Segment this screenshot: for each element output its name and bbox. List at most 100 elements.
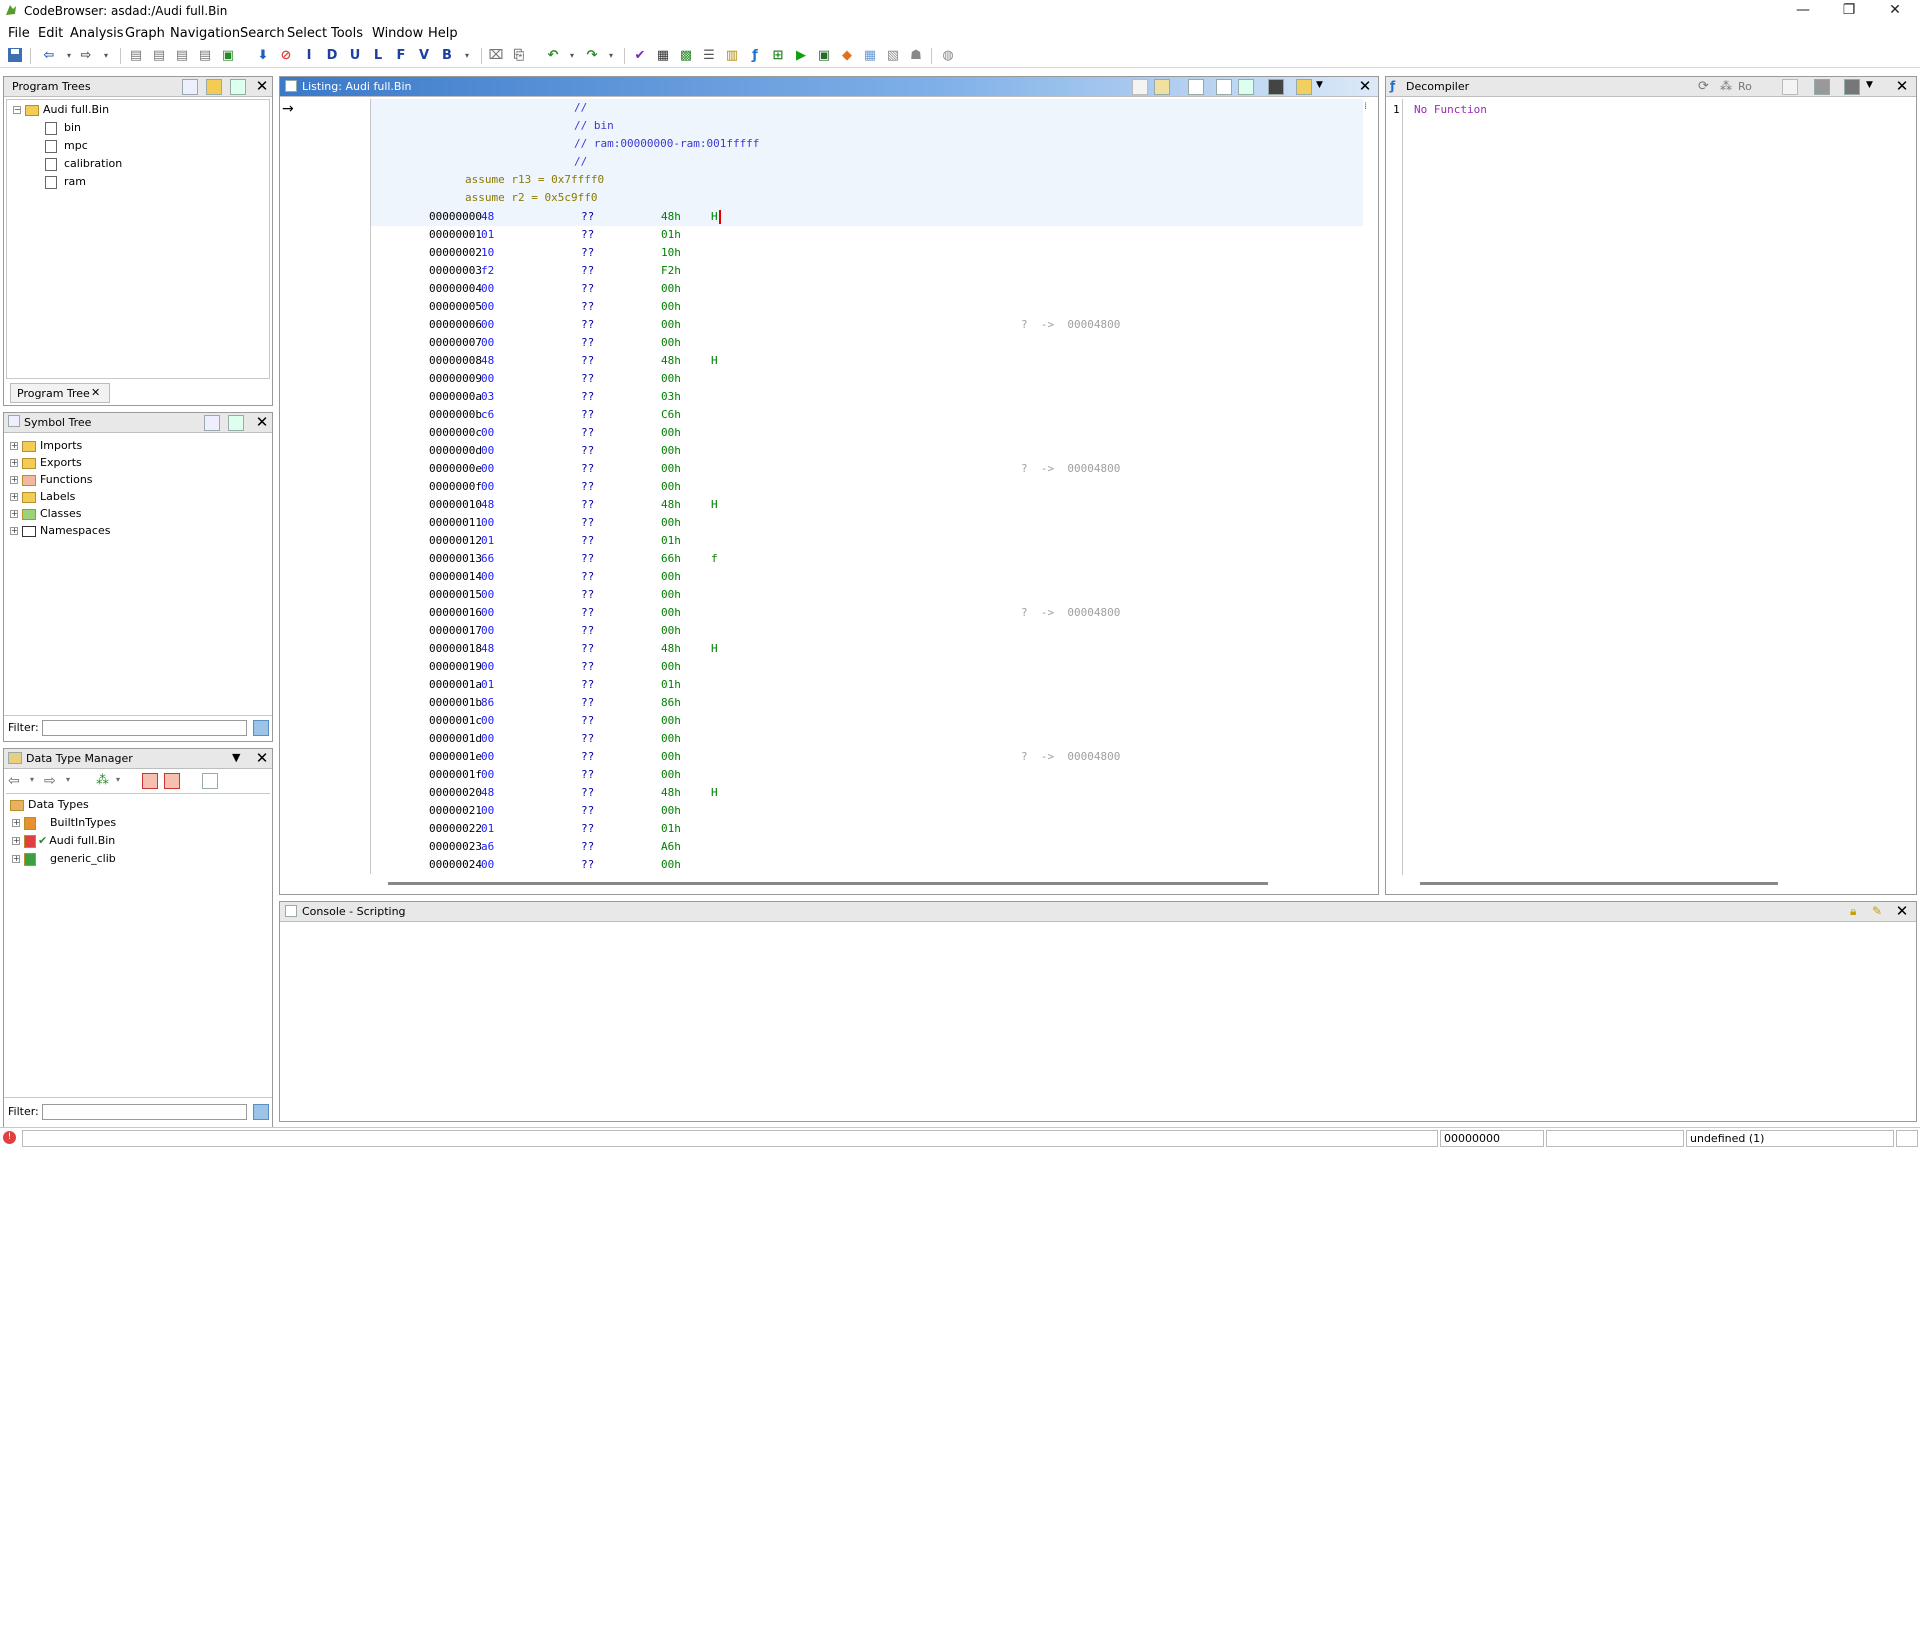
bytes-window-icon[interactable]: ▦ (654, 47, 672, 65)
close-tab-icon[interactable]: ✕ (91, 386, 100, 399)
dtm-item-generic-clib[interactable]: + generic_clib (12, 852, 116, 869)
listing-row[interactable]: 0000001d 00?? 00h (371, 730, 1363, 748)
symbol-item-functions[interactable]: + Functions (10, 473, 93, 490)
snapshot-icon[interactable] (1268, 79, 1284, 95)
listing-row[interactable]: 0000000b c6?? C6h (371, 406, 1363, 424)
listing-window-icon[interactable]: ☰ (700, 47, 718, 65)
listing-row[interactable]: 0000001b 86?? 86h (371, 694, 1363, 712)
listing-row[interactable]: 00000001 01?? 01h (371, 226, 1363, 244)
dtm-menu-dropdown-icon[interactable]: ▼ (232, 751, 240, 764)
symbol-item-exports[interactable]: + Exports (10, 456, 82, 473)
dtm-forward-dropdown-icon[interactable]: ▾ (66, 775, 70, 784)
listing-row[interactable]: 00000012 01?? 01h (371, 532, 1363, 550)
symbol-filter-input[interactable] (42, 720, 247, 736)
field-editor-icon[interactable] (1216, 79, 1232, 95)
listing-row[interactable]: 0000000f 00?? 00h (371, 478, 1363, 496)
listing-row[interactable]: 00000019 00?? 00h (371, 658, 1363, 676)
refresh-icon[interactable]: ⟳ (1698, 79, 1709, 94)
menu-navigation[interactable]: Navigation (170, 26, 240, 41)
dtm-apply-icon[interactable]: ⁂ (96, 773, 109, 788)
copy-special-icon[interactable]: ⎘ (510, 47, 528, 65)
toolbar-letter-b[interactable]: B (438, 47, 456, 65)
filter-arrays-icon[interactable] (142, 773, 158, 789)
listing-row[interactable]: 00000006 00?? 00h ? -> 00004800 (371, 316, 1363, 334)
menu-analysis[interactable]: Analysis (70, 26, 124, 41)
undo-icon[interactable]: ↶ (544, 47, 562, 65)
close-icon[interactable]: ✕ (1894, 903, 1910, 919)
create-namespace-icon[interactable] (204, 415, 220, 431)
collapse-all-icon[interactable] (202, 773, 218, 789)
clear-icon[interactable]: ⌧ (487, 47, 505, 65)
error-status-icon[interactable]: ! (3, 1131, 16, 1144)
listing-row[interactable]: 0000000a 03?? 03h (371, 388, 1363, 406)
tree-item-ram[interactable]: ram (45, 175, 86, 192)
listing-row[interactable]: 00000024 00?? 00h (371, 856, 1363, 874)
listing-row[interactable]: 00000016 00?? 00h ? -> 00004800 (371, 604, 1363, 622)
close-icon[interactable]: ✕ (254, 750, 270, 766)
nav-bookmark-icon[interactable]: ▣ (219, 47, 237, 65)
listing-row[interactable]: 00000018 48?? 48h H (371, 640, 1363, 658)
listing-row[interactable]: 00000008 48?? 48h H (371, 352, 1363, 370)
listing-row[interactable]: 0000000d 00?? 00h (371, 442, 1363, 460)
listing-row[interactable]: 00000022 01?? 01h (371, 820, 1363, 838)
listing-row[interactable]: 00000011 00?? 00h (371, 514, 1363, 532)
forward-dropdown-icon[interactable]: ▾ (97, 47, 115, 65)
functions-window-icon[interactable]: ▩ (677, 47, 695, 65)
tree-item-bin[interactable]: bin (45, 121, 81, 138)
listing-row[interactable]: 00000004 00?? 00h (371, 280, 1363, 298)
dtm-root[interactable]: Data Types (10, 798, 89, 815)
menu-select[interactable]: Select (287, 26, 327, 41)
toolbar-letter-v[interactable]: V (415, 47, 433, 65)
stop-icon[interactable]: ⊘ (277, 47, 295, 65)
menu-graph[interactable]: Graph (125, 26, 165, 41)
forward-arrow-icon[interactable]: ⇨ (77, 47, 95, 65)
help-icon[interactable]: ◍ (939, 47, 957, 65)
expand-icon[interactable]: + (12, 819, 20, 827)
listing-row[interactable]: 0000001f 00?? 00h (371, 766, 1363, 784)
symbol-item-classes[interactable]: + Classes (10, 507, 81, 524)
create-tree-icon[interactable] (182, 79, 198, 95)
navigation-markers-icon[interactable] (1296, 79, 1312, 95)
decompiler-horizontal-scrollbar[interactable] (1420, 882, 1778, 885)
filter-options-icon[interactable] (253, 720, 269, 736)
expand-icon[interactable]: + (10, 493, 18, 501)
expand-icon[interactable]: + (10, 527, 18, 535)
diff-view-icon[interactable] (1238, 79, 1254, 95)
dtm-back-icon[interactable]: ⇦ (8, 773, 20, 789)
toolbar-letter-l[interactable]: L (369, 47, 387, 65)
close-window-button[interactable]: ✕ (1872, 0, 1918, 22)
undo-dropdown-icon[interactable]: ▾ (563, 47, 581, 65)
memory-map-icon[interactable]: ◆ (838, 47, 856, 65)
listing-row[interactable]: 00000010 48?? 48h H (371, 496, 1363, 514)
close-icon[interactable]: ✕ (254, 414, 270, 430)
clear-console-icon[interactable]: ✎ (1872, 904, 1882, 918)
toolbar-letter-d[interactable]: D (323, 47, 341, 65)
snapshot-icon[interactable] (1844, 79, 1860, 95)
expand-icon[interactable]: + (12, 855, 20, 863)
listing-row[interactable]: 00000000 48?? 48h H (371, 208, 1363, 226)
filter-pointers-icon[interactable] (164, 773, 180, 789)
redo-icon[interactable]: ↷ (583, 47, 601, 65)
close-icon[interactable]: ✕ (1357, 78, 1373, 94)
decompiler-options-dropdown-icon[interactable]: ▼ (1866, 80, 1873, 90)
menu-tools[interactable]: Tools (331, 26, 363, 41)
expand-icon[interactable]: + (10, 510, 18, 518)
listing-row[interactable]: 0000001c 00?? 00h (371, 712, 1363, 730)
down-arrow-icon[interactable]: ⬇ (254, 47, 272, 65)
nav-instr-icon[interactable]: ▤ (173, 47, 191, 65)
toolbar-letter-u[interactable]: U (346, 47, 364, 65)
maximize-button[interactable]: ❐ (1826, 0, 1872, 22)
listing-row[interactable]: 0000001e 00?? 00h ? -> 00004800 (371, 748, 1363, 766)
tab-program-tree[interactable]: Program Tree ✕ (10, 383, 110, 403)
open-tree-icon[interactable] (206, 79, 222, 95)
expand-icon[interactable]: + (10, 476, 18, 484)
tree-item-mpc[interactable]: mpc (45, 139, 88, 156)
redo-dropdown-icon[interactable]: ▾ (602, 47, 620, 65)
listing-view[interactable]: // // bin // ram:00000000-ram:001fffff /… (370, 99, 1363, 874)
console-output[interactable] (280, 922, 1916, 1121)
datatype-window-icon[interactable]: ▥ (723, 47, 741, 65)
register-icon[interactable]: ▦ (861, 47, 879, 65)
expand-icon[interactable]: + (12, 837, 20, 845)
minimize-button[interactable]: — (1780, 0, 1826, 22)
listing-options-dropdown-icon[interactable]: ▼ (1316, 80, 1323, 90)
